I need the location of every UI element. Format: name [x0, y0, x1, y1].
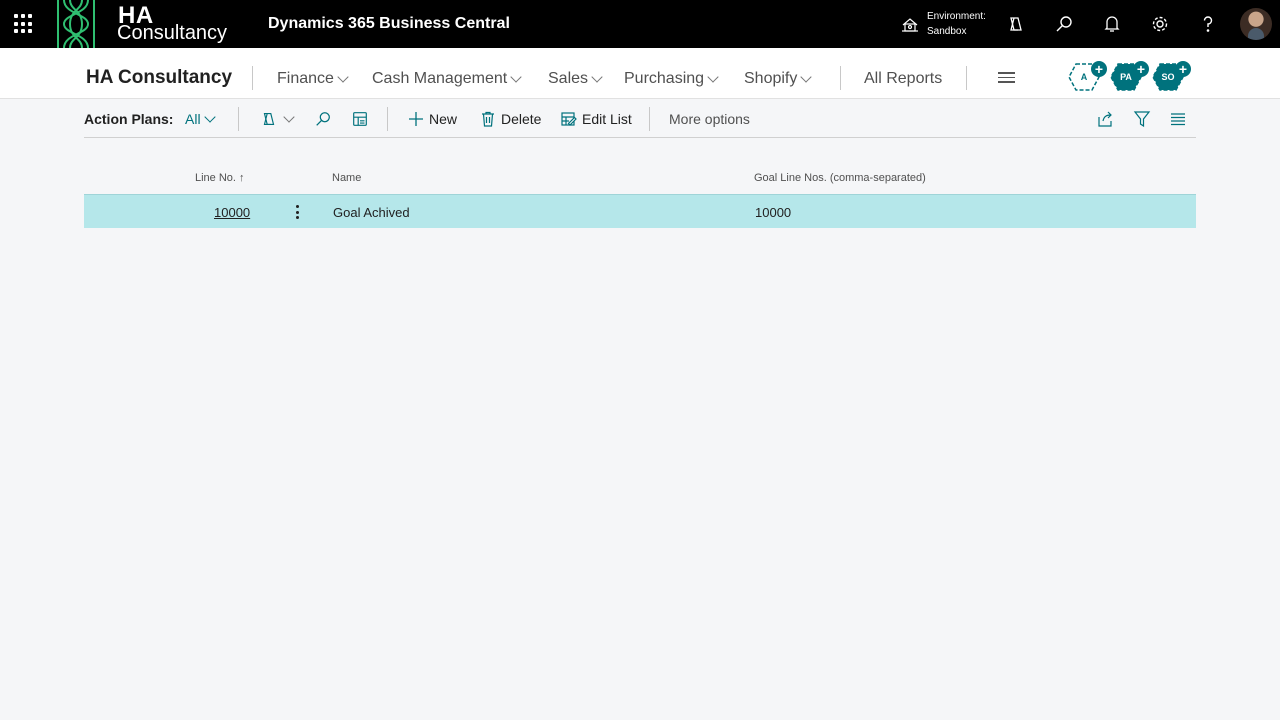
nav-divider	[840, 66, 841, 90]
search-icon[interactable]	[1052, 12, 1076, 36]
role-badge-so[interactable]: SO +	[1152, 61, 1191, 91]
nav-item-label: Shopify	[744, 70, 798, 87]
navigation-bar: HA Consultancy Finance Cash Management S…	[0, 48, 1280, 99]
column-header-name[interactable]: Name	[332, 172, 361, 184]
nav-divider	[966, 66, 967, 90]
nav-item-all-reports[interactable]: All Reports	[864, 70, 942, 88]
logo-text-sub: Consultancy	[117, 22, 228, 44]
copilot-menu-button[interactable]	[260, 108, 295, 130]
name-cell[interactable]: Goal Achived	[333, 205, 410, 220]
new-button-label: New	[429, 111, 458, 127]
company-logo[interactable]: HA Consultancy	[56, 0, 246, 48]
chevron-down-icon	[203, 111, 216, 123]
list-view-icon[interactable]	[1168, 109, 1188, 129]
action-divider	[649, 107, 650, 131]
chevron-down-icon	[283, 111, 295, 123]
chevron-down-icon	[591, 71, 603, 83]
hamburger-menu-icon[interactable]	[998, 72, 1015, 83]
bell-icon[interactable]	[1100, 12, 1124, 36]
filter-view-label: All	[185, 111, 201, 127]
column-header-label: Line No.	[195, 172, 236, 184]
filter-view-selector[interactable]: All	[185, 111, 216, 127]
edit-list-button-label: Edit List	[582, 111, 632, 127]
filter-icon[interactable]	[1132, 109, 1152, 129]
new-button[interactable]: New	[408, 108, 457, 130]
copilot-icon[interactable]	[1004, 12, 1028, 36]
role-badge-a[interactable]: A +	[1068, 61, 1107, 91]
chevron-down-icon	[800, 71, 813, 83]
role-badge-pa[interactable]: PA +	[1110, 61, 1149, 91]
nav-item-label: Finance	[277, 70, 334, 87]
sort-ascending-icon: ↑	[239, 172, 245, 184]
logo-mark-icon	[57, 0, 95, 48]
analysis-icon	[353, 112, 367, 126]
line-no-value[interactable]: 10000	[214, 205, 250, 220]
table-row[interactable]: 10000 Goal Achived 10000	[84, 194, 1196, 228]
nav-item-cash-management[interactable]: Cash Management	[372, 70, 522, 88]
action-bar: Action Plans: All New Delete Edit List M…	[84, 99, 1196, 138]
column-header-line-no[interactable]: Line No. ↑	[195, 172, 245, 184]
plus-icon	[409, 112, 423, 126]
app-title[interactable]: Dynamics 365 Business Central	[268, 15, 510, 33]
page-title: Action Plans:	[84, 111, 174, 127]
goal-line-nos-cell[interactable]: 10000	[755, 205, 791, 220]
delete-button-label: Delete	[501, 111, 542, 127]
edit-list-button[interactable]: Edit List	[561, 108, 632, 130]
chevron-down-icon	[510, 71, 522, 83]
environment-indicator[interactable]: Environment: Sandbox	[900, 9, 990, 39]
row-actions-icon[interactable]	[292, 203, 302, 221]
top-bar: HA Consultancy Dynamics 365 Business Cen…	[0, 0, 1280, 48]
analysis-mode-button[interactable]	[351, 108, 374, 130]
nav-item-purchasing[interactable]: Purchasing	[624, 70, 719, 88]
nav-item-label: Sales	[548, 70, 589, 87]
plus-icon: +	[1175, 61, 1191, 77]
plus-icon: +	[1091, 61, 1107, 77]
delete-button[interactable]: Delete	[480, 108, 541, 130]
nav-item-label: Purchasing	[624, 70, 705, 87]
action-divider	[387, 107, 388, 131]
gear-icon[interactable]	[1148, 12, 1172, 36]
chevron-down-icon	[707, 71, 719, 83]
column-header-goal-line-nos[interactable]: Goal Line Nos. (comma-separated)	[754, 172, 926, 184]
chevron-down-icon	[337, 71, 349, 83]
line-no-link[interactable]: 10000	[214, 205, 250, 220]
help-icon[interactable]	[1196, 12, 1220, 36]
trash-icon	[482, 111, 494, 127]
nav-item-shopify[interactable]: Shopify	[744, 70, 813, 88]
plus-icon: +	[1133, 61, 1149, 77]
nav-divider	[252, 66, 253, 90]
search-icon	[316, 112, 330, 126]
app-launcher-icon[interactable]	[14, 14, 34, 34]
environment-value: Sandbox	[927, 26, 967, 37]
nav-item-sales[interactable]: Sales	[548, 70, 603, 88]
nav-item-label: Cash Management	[372, 70, 508, 87]
action-divider	[238, 107, 239, 131]
nav-item-finance[interactable]: Finance	[277, 70, 349, 88]
environment-label: Environment:	[927, 11, 986, 22]
copilot-icon	[263, 113, 275, 125]
more-options-button[interactable]: More options	[669, 111, 750, 127]
company-name[interactable]: HA Consultancy	[86, 67, 232, 89]
environment-icon	[902, 18, 918, 32]
search-list-button[interactable]	[314, 108, 337, 130]
edit-list-icon	[561, 112, 577, 126]
share-icon[interactable]	[1095, 109, 1115, 129]
avatar[interactable]	[1240, 8, 1272, 40]
